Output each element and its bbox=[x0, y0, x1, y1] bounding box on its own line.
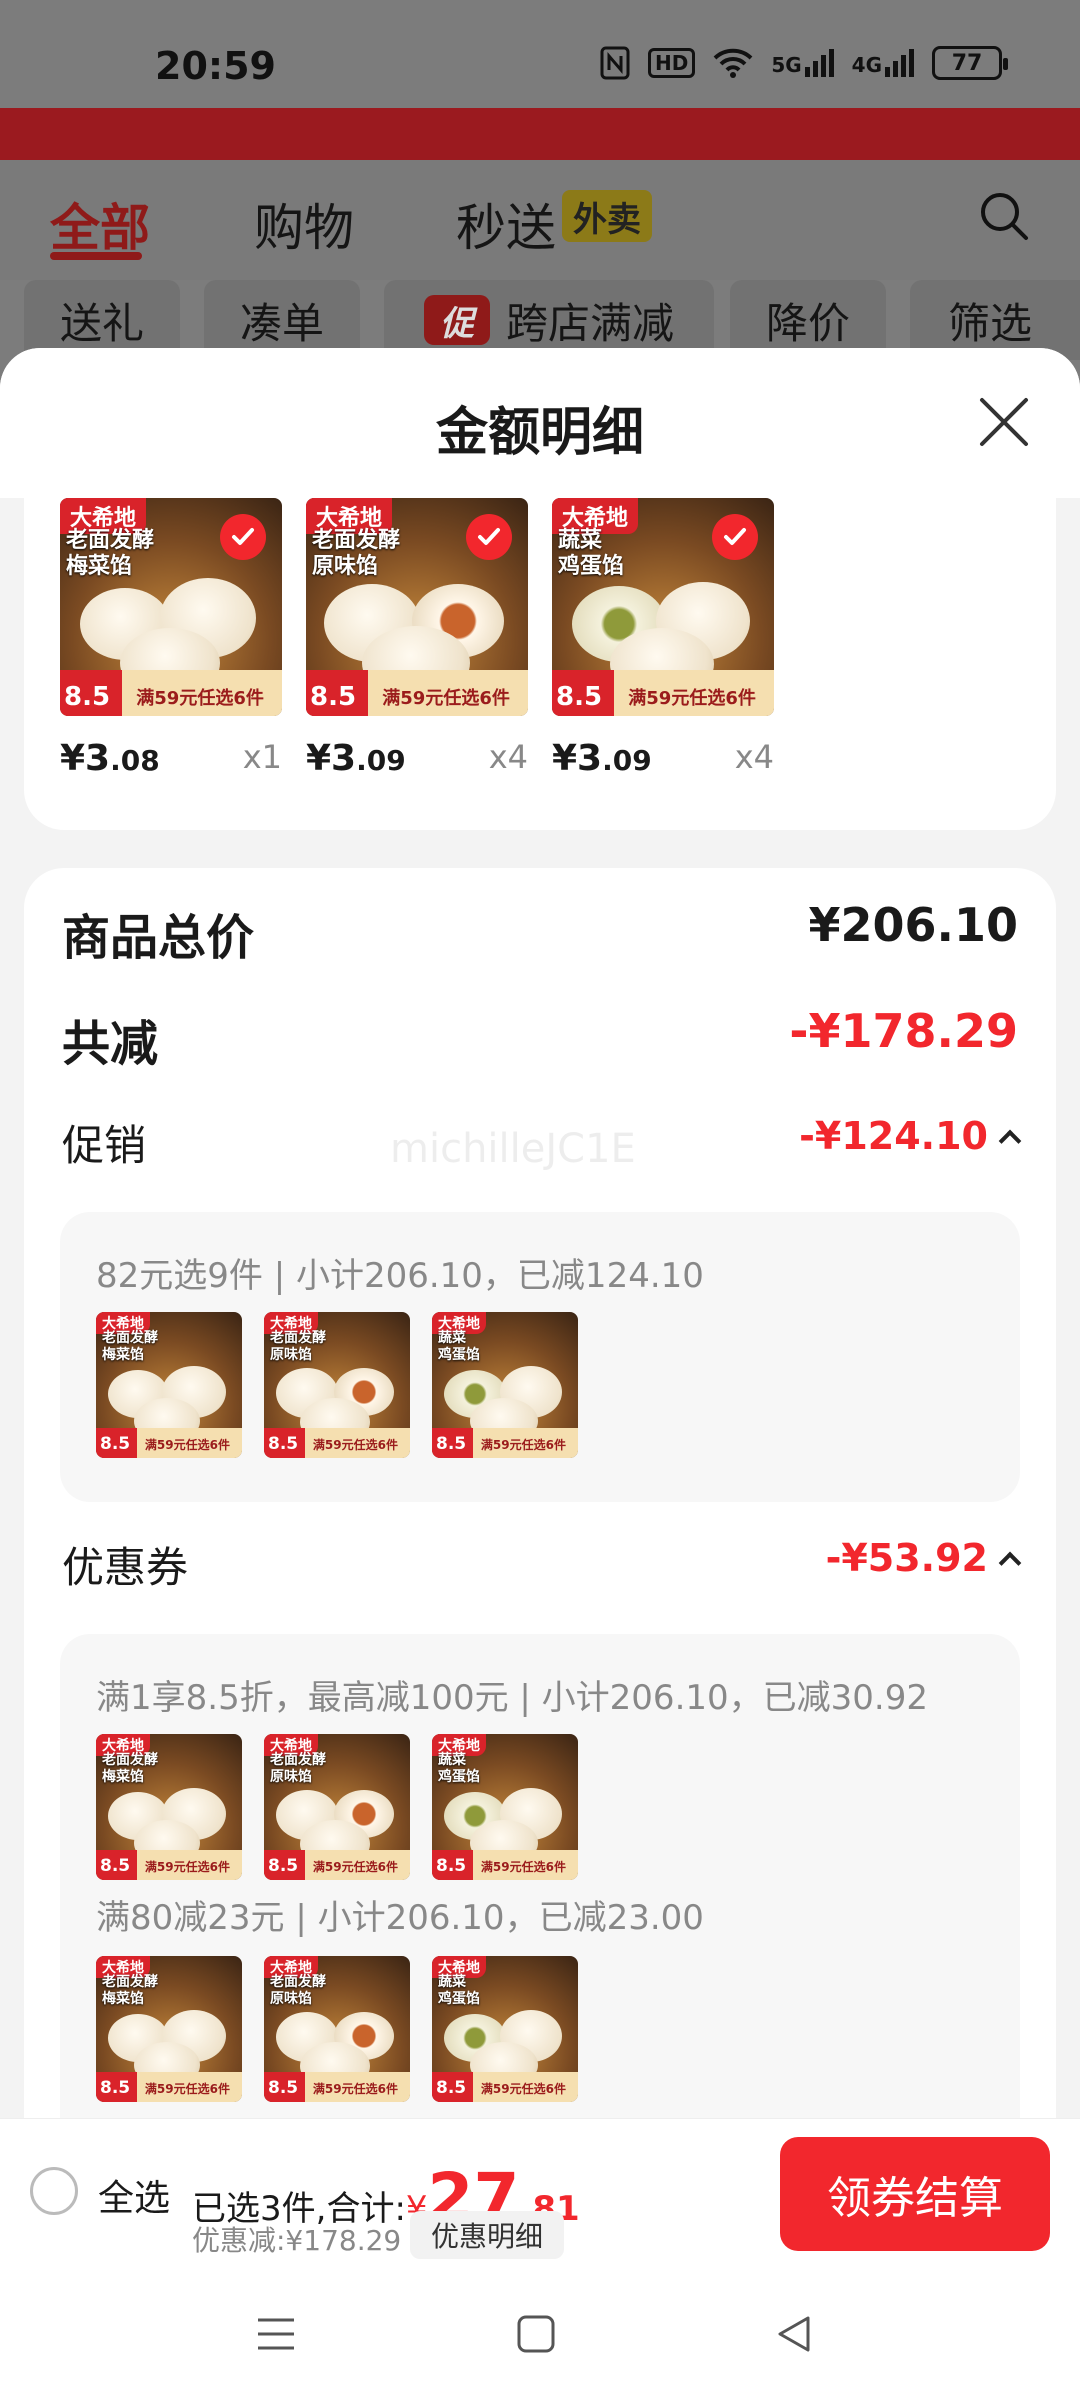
signal-4g-icon: 4G bbox=[852, 49, 914, 77]
promo-label: 促销 bbox=[62, 1121, 147, 1170]
chevron-up-icon bbox=[998, 1129, 1022, 1153]
header-band bbox=[0, 108, 1080, 160]
system-nav-bar bbox=[0, 2268, 1080, 2400]
search-icon[interactable] bbox=[976, 188, 1032, 244]
menu-icon[interactable] bbox=[256, 2314, 296, 2354]
nfc-icon bbox=[600, 46, 630, 80]
promo-detail-box: 82元选9件 | 小计206.10，已减124.10 大希地 老面发酵 梅菜馅 8.5… bbox=[60, 1212, 1020, 1502]
tab-instant[interactable]: 秒送 bbox=[456, 188, 556, 260]
wifi-icon bbox=[713, 48, 753, 78]
product-thumb: 大希地 蔬菜 鸡蛋馅 8.5 满59元任选6件 bbox=[432, 1734, 578, 1880]
product-image: 大希地 老面发酵 梅菜馅 8.5 满59元任选6件 bbox=[60, 498, 282, 716]
product-qty: x4 bbox=[488, 738, 528, 776]
waimai-badge: 外卖 bbox=[562, 190, 652, 242]
checkout-button[interactable]: 领券结算 bbox=[780, 2137, 1050, 2251]
reduce-label: 共减 bbox=[62, 1016, 159, 1072]
checked-icon[interactable] bbox=[220, 514, 266, 560]
total-label: 商品总价 bbox=[62, 910, 255, 966]
price-detail-card: 商品总价 ¥206.10 共减 -¥178.29 michilleJC1E 促销… bbox=[24, 868, 1056, 2268]
discount-detail-button[interactable]: 优惠明细 bbox=[410, 2211, 564, 2259]
promo-badge-icon: 促 bbox=[423, 295, 490, 345]
product-thumb: 大希地 蔬菜 鸡蛋馅 8.5 满59元任选6件 bbox=[432, 1312, 578, 1458]
checked-icon[interactable] bbox=[712, 514, 758, 560]
watermark: michilleJC1E bbox=[390, 1126, 636, 1172]
product-image: 大希地 蔬菜 鸡蛋馅 8.5 满59元任选6件 bbox=[552, 498, 774, 716]
product-thumb: 大希地 老面发酵 原味馅 8.5 满59元任选6件 bbox=[264, 1312, 410, 1458]
tab-shopping[interactable]: 购物 bbox=[254, 188, 354, 260]
checked-icon[interactable] bbox=[466, 514, 512, 560]
product-price: ¥3.08 bbox=[60, 738, 160, 779]
product-qty: x4 bbox=[734, 738, 774, 776]
sheet-title: 金额明细 bbox=[435, 403, 644, 463]
back-icon[interactable] bbox=[774, 2314, 814, 2354]
status-icons: HD 5G 4G 77 bbox=[600, 46, 1008, 80]
coupon-line-1: 满1享8.5折，最高减100元 | 小计206.10，已减30.92 bbox=[96, 1678, 928, 1718]
tab-underline bbox=[50, 252, 142, 260]
battery-icon: 77 bbox=[932, 46, 1008, 80]
sheet-header: 金额明细 bbox=[0, 348, 1080, 498]
promo-toggle[interactable]: -¥124.10 bbox=[799, 1114, 1022, 1158]
discount-text: 优惠减:¥178.29 bbox=[192, 2224, 402, 2257]
status-time: 20:59 bbox=[155, 44, 276, 88]
coupon-line-2: 满80减23元 | 小计206.10，已减23.00 bbox=[96, 1898, 704, 1938]
total-value: ¥206.10 bbox=[808, 898, 1018, 952]
coupon-detail-box: 满1享8.5折，最高减100元 | 小计206.10，已减30.92 大希地 老面… bbox=[60, 1634, 1020, 2194]
chip-filter-label: 筛选 bbox=[948, 298, 1033, 348]
product-thumb: 大希地 老面发酵 原味馅 8.5 满59元任选6件 bbox=[264, 1734, 410, 1880]
promo-value: -¥124.10 bbox=[799, 1114, 988, 1158]
coupon-toggle[interactable]: -¥53.92 bbox=[825, 1536, 1022, 1580]
select-all-label[interactable]: 全选 bbox=[98, 2169, 170, 2221]
close-icon[interactable] bbox=[976, 394, 1032, 450]
hd-icon: HD bbox=[647, 48, 696, 78]
product-thumb: 大希地 蔬菜 鸡蛋馅 8.5 满59元任选6件 bbox=[432, 1956, 578, 2102]
promo-detail-text: 82元选9件 | 小计206.10，已减124.10 bbox=[96, 1256, 704, 1296]
product-thumb: 大希地 老面发酵 梅菜馅 8.5 满59元任选6件 bbox=[96, 1312, 242, 1458]
tab-all[interactable]: 全部 bbox=[50, 188, 150, 260]
chip-cross-store-label: 跨店满减 bbox=[505, 298, 674, 348]
product-thumb: 大希地 老面发酵 梅菜馅 8.5 满59元任选6件 bbox=[96, 1956, 242, 2102]
chevron-up-icon bbox=[998, 1551, 1022, 1575]
amount-detail-sheet: 金额明细 大希地 老面发酵梅菜馅 8.5 满59元任选6件 ¥3.08 x1 bbox=[0, 348, 1080, 2268]
signal-5g-icon: 5G bbox=[771, 49, 834, 77]
reduce-value: -¥178.29 bbox=[789, 1004, 1018, 1058]
product-price: ¥3.09 bbox=[306, 738, 406, 779]
home-icon[interactable] bbox=[516, 2314, 556, 2354]
product-image: 大希地 老面发酵 原味馅 8.5 满59元任选6件 bbox=[306, 498, 528, 716]
coupon-label: 优惠券 bbox=[62, 1543, 189, 1592]
coupon-value: -¥53.92 bbox=[825, 1536, 988, 1580]
product-qty: x1 bbox=[242, 738, 282, 776]
product-thumb: 大希地 老面发酵 原味馅 8.5 满59元任选6件 bbox=[264, 1956, 410, 2102]
product-thumb: 大希地 老面发酵 梅菜馅 8.5 满59元任选6件 bbox=[96, 1734, 242, 1880]
background-tabs: 全部 购物 秒送 外卖 bbox=[0, 160, 1080, 280]
selected-products-card: 大希地 老面发酵 梅菜馅 8.5 满59元任选6件 ¥3.08 x1 大希地 老面… bbox=[24, 498, 1056, 830]
product-price: ¥3.09 bbox=[552, 738, 652, 779]
select-all-radio[interactable] bbox=[30, 2167, 78, 2215]
status-bar: 20:59 HD 5G 4G 77 bbox=[0, 0, 1080, 110]
checkout-bar: 全选 已选3件,合计: ¥ 27 .81 优惠减:¥178.29 优惠明细 领券… bbox=[0, 2118, 1080, 2268]
